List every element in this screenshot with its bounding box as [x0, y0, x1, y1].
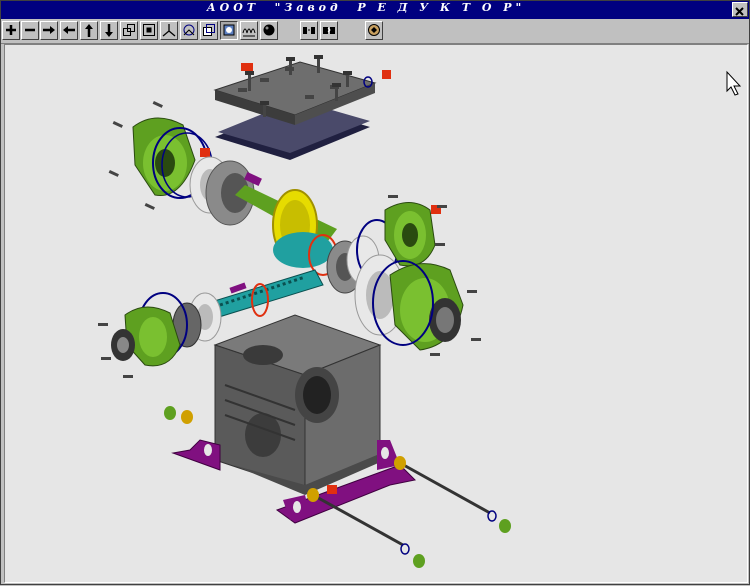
- right-upper-bearing-cover: [384, 195, 447, 267]
- pan-down-button[interactable]: [100, 21, 118, 40]
- pan-up-icon: [85, 24, 93, 37]
- toolbar: [0, 19, 750, 44]
- explode-button[interactable]: [300, 21, 318, 40]
- fit-all-button[interactable]: [140, 21, 158, 40]
- left-lower-bearing-cover: [98, 306, 181, 378]
- right-lower-bearing-cover: [354, 254, 481, 356]
- render-sphere-icon: [263, 24, 275, 36]
- top-cover-plate: [213, 61, 377, 160]
- assemble-icon: [323, 27, 335, 34]
- shaded-view-icon: [223, 24, 235, 36]
- rotate-view-icon: [183, 24, 195, 36]
- close-icon: [735, 7, 744, 16]
- close-button[interactable]: [732, 2, 748, 17]
- pan-right-button[interactable]: [40, 21, 58, 40]
- copy-view-button[interactable]: [200, 21, 218, 40]
- copy-view-icon: [203, 24, 215, 36]
- pan-up-button[interactable]: [80, 21, 98, 40]
- 3d-viewport[interactable]: [4, 44, 748, 583]
- fit-all-icon: [143, 24, 155, 36]
- cursor-arrow-icon: [726, 70, 742, 96]
- pan-right-icon: [43, 26, 55, 34]
- zoom-window-icon: [123, 24, 135, 36]
- zoom-out-button[interactable]: [21, 21, 39, 40]
- zoom-in-icon: [6, 25, 16, 35]
- render-sphere-button[interactable]: [260, 21, 278, 40]
- rotate-view-button[interactable]: [180, 21, 198, 40]
- shaded-view-button[interactable]: [220, 21, 238, 40]
- assemble-button[interactable]: [320, 21, 338, 40]
- zoom-in-button[interactable]: [2, 21, 20, 40]
- animate-button[interactable]: [365, 21, 383, 40]
- pan-down-icon: [105, 24, 113, 37]
- gearbox-housing: [213, 314, 385, 495]
- exploded-gearbox-model[interactable]: [5, 45, 747, 582]
- pan-left-icon: [63, 26, 75, 34]
- title-bar: АООТ "Завод Р Е Д У К Т О Р": [0, 0, 750, 19]
- zoom-out-icon: [25, 28, 35, 32]
- axes-view-icon: [162, 24, 176, 37]
- explode-icon: [303, 27, 315, 34]
- axes-view-button[interactable]: [160, 21, 178, 40]
- left-mounting-foot: [164, 406, 221, 471]
- window-title: АООТ "Завод Р Е Д У К Т О Р": [206, 1, 526, 14]
- wireframe-view-button[interactable]: [240, 21, 258, 40]
- animate-icon: [368, 24, 380, 36]
- pan-left-button[interactable]: [60, 21, 78, 40]
- wireframe-view-icon: [242, 28, 256, 37]
- zoom-window-button[interactable]: [120, 21, 138, 40]
